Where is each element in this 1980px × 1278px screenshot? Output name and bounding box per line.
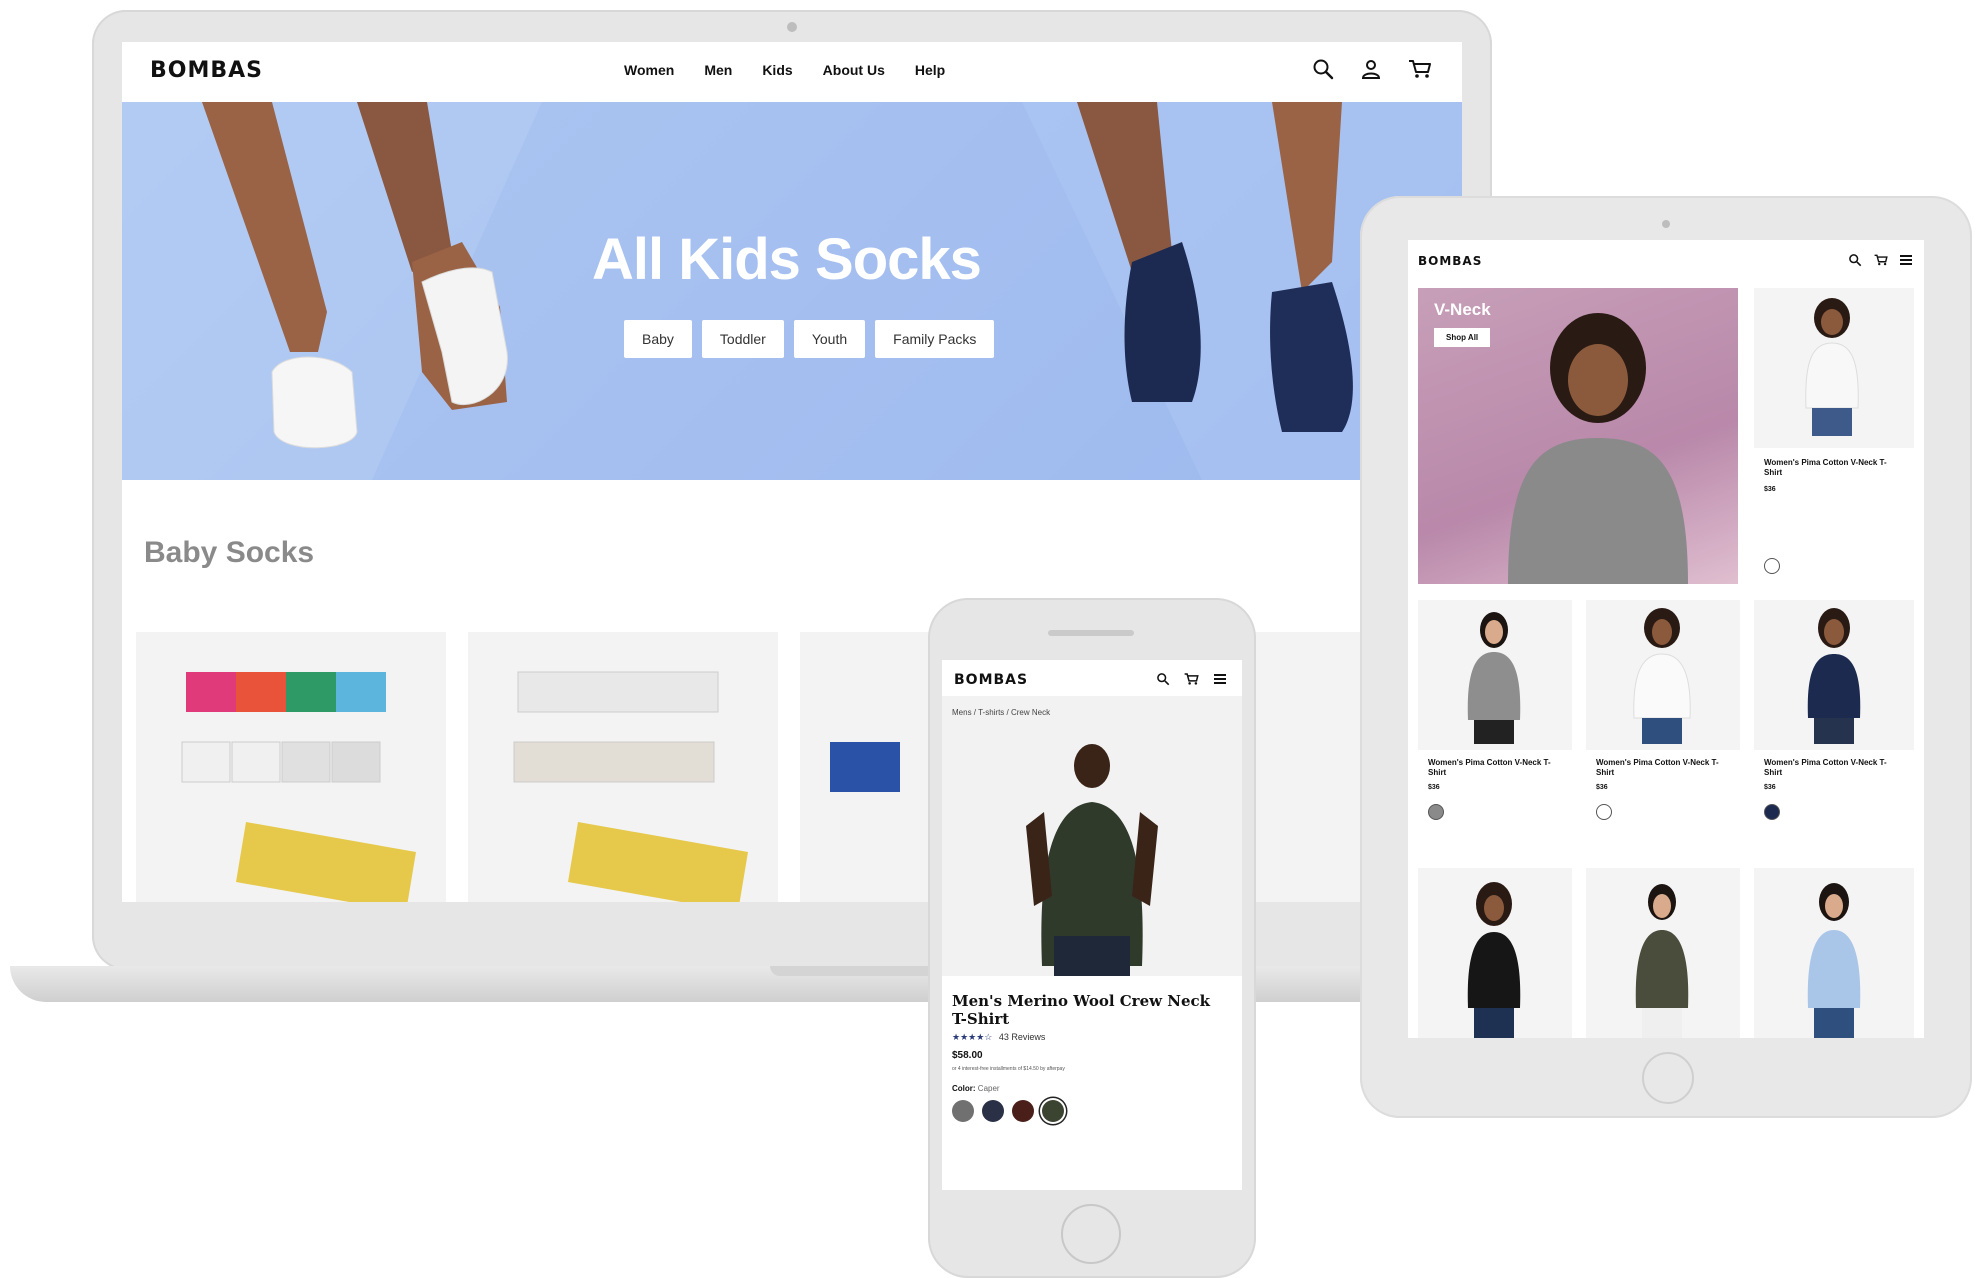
product-info: Women's Pima Cotton V-Neck T-Shirt $36 bbox=[1418, 750, 1572, 840]
phone-speaker bbox=[1048, 630, 1134, 636]
product-image-area[interactable]: Mens / T-shirts / Crew Neck bbox=[942, 696, 1242, 976]
phone-home-button[interactable] bbox=[1061, 1204, 1121, 1264]
family-packs-button[interactable]: Family Packs bbox=[875, 320, 995, 358]
nav-help[interactable]: Help bbox=[915, 62, 945, 78]
product-card[interactable] bbox=[136, 632, 446, 902]
header-icons bbox=[1312, 58, 1432, 80]
tablet-logo[interactable]: BOMBAS bbox=[1418, 254, 1482, 268]
hero-category-buttons: Baby Toddler Youth Family Packs bbox=[624, 320, 995, 358]
youth-button[interactable]: Youth bbox=[793, 320, 866, 358]
laptop-screen: BOMBAS Women Men Kids About Us Help All … bbox=[122, 42, 1462, 902]
product-name[interactable]: Women's Pima Cotton V-Neck T-Shirt bbox=[1596, 758, 1726, 778]
cart-icon[interactable] bbox=[1874, 253, 1888, 267]
laptop-base-notch bbox=[770, 966, 940, 976]
installment-text: or 4 interest-free installments of $14.5… bbox=[952, 1066, 1065, 1072]
product-price: $36 bbox=[1764, 784, 1776, 791]
nav-kids[interactable]: Kids bbox=[762, 62, 792, 78]
search-icon[interactable] bbox=[1156, 672, 1170, 686]
phone-logo[interactable]: BOMBAS bbox=[954, 672, 1028, 688]
color-swatch[interactable] bbox=[1428, 804, 1444, 820]
product-name[interactable]: Women's Pima Cotton V-Neck T-Shirt bbox=[1764, 458, 1894, 478]
product-price: $36 bbox=[1764, 486, 1776, 493]
category-banner[interactable]: V-Neck Shop All bbox=[1418, 288, 1738, 584]
product-name[interactable]: Women's Pima Cotton V-Neck T-Shirt bbox=[1428, 758, 1558, 778]
product-image bbox=[1633, 608, 1691, 744]
toddler-button[interactable]: Toddler bbox=[701, 320, 784, 358]
rating-row[interactable]: ★★★★☆ 43 Reviews bbox=[952, 1032, 1045, 1043]
product-name[interactable]: Women's Pima Cotton V-Neck T-Shirt bbox=[1764, 758, 1900, 778]
color-option-navy[interactable] bbox=[982, 1100, 1004, 1122]
nav-women[interactable]: Women bbox=[624, 62, 674, 78]
laptop-camera bbox=[787, 22, 797, 32]
product-image bbox=[1635, 884, 1689, 1038]
logo[interactable]: BOMBAS bbox=[150, 58, 263, 83]
product-card[interactable]: Women's Pima Cotton V-Neck T-Shirt $36 bbox=[1754, 600, 1914, 840]
color-option-caper-selected[interactable] bbox=[1042, 1100, 1064, 1122]
product-price: $58.00 bbox=[952, 1050, 983, 1061]
color-value: Caper bbox=[977, 1084, 1000, 1093]
banner-title: V-Neck bbox=[1434, 300, 1491, 319]
product-info: Women's Pima Cotton V-Neck T-Shirt $36 bbox=[1754, 750, 1914, 840]
hero-banner: All Kids Socks Baby Toddler Youth Family… bbox=[122, 102, 1462, 480]
color-option-grey[interactable] bbox=[952, 1100, 974, 1122]
menu-icon[interactable] bbox=[1900, 253, 1912, 267]
product-image bbox=[1807, 608, 1861, 744]
color-swatch[interactable] bbox=[1764, 804, 1780, 820]
color-swatch[interactable] bbox=[1764, 558, 1780, 574]
product-image bbox=[1807, 883, 1861, 1038]
product-card[interactable] bbox=[1754, 868, 1914, 1038]
tablet-screen: BOMBAS V-Neck Shop All Women's Pima Cott… bbox=[1408, 240, 1924, 1038]
review-count[interactable]: 43 Reviews bbox=[999, 1032, 1046, 1042]
phone-screen: BOMBAS Mens / T-shirts / Crew Neck Men's… bbox=[942, 660, 1242, 1190]
product-image bbox=[1026, 744, 1158, 976]
product-image bbox=[1805, 298, 1859, 436]
product-card[interactable] bbox=[468, 632, 778, 902]
shop-all-button[interactable]: Shop All bbox=[1434, 328, 1491, 347]
nav-men[interactable]: Men bbox=[704, 62, 732, 78]
section-title: Baby Socks bbox=[144, 536, 315, 569]
product-image bbox=[1467, 882, 1521, 1038]
search-icon[interactable] bbox=[1312, 58, 1334, 80]
nav-about-us[interactable]: About Us bbox=[823, 62, 885, 78]
site-header: BOMBAS Women Men Kids About Us Help bbox=[122, 42, 1462, 102]
product-price: $36 bbox=[1428, 784, 1440, 791]
cart-icon[interactable] bbox=[1184, 672, 1199, 686]
product-info: Women's Pima Cotton V-Neck T-Shirt $36 bbox=[1754, 448, 1914, 584]
product-card[interactable]: Women's Pima Cotton V-Neck T-Shirt $36 bbox=[1418, 600, 1572, 840]
product-card[interactable] bbox=[1586, 868, 1740, 1038]
baby-button[interactable]: Baby bbox=[624, 320, 692, 358]
color-swatch[interactable] bbox=[1596, 804, 1612, 820]
tablet-camera bbox=[1662, 220, 1670, 228]
product-image bbox=[1467, 612, 1521, 744]
star-rating: ★★★★☆ bbox=[952, 1032, 993, 1042]
product-image bbox=[513, 671, 748, 902]
search-icon[interactable] bbox=[1848, 253, 1862, 267]
hero-title: All Kids Socks bbox=[592, 227, 982, 292]
product-title: Men's Merino Wool Crew Neck T-Shirt bbox=[952, 992, 1211, 1028]
account-icon[interactable] bbox=[1360, 58, 1382, 80]
color-option-brown[interactable] bbox=[1012, 1100, 1034, 1122]
product-price: $36 bbox=[1596, 784, 1608, 791]
tablet-home-button[interactable] bbox=[1642, 1052, 1694, 1104]
color-label: Color: bbox=[952, 1084, 976, 1093]
product-image bbox=[181, 672, 416, 902]
color-row: Color: Caper bbox=[952, 1084, 1000, 1093]
menu-icon[interactable] bbox=[1214, 672, 1226, 686]
product-card[interactable]: Women's Pima Cotton V-Neck T-Shirt $36 bbox=[1754, 288, 1914, 584]
cart-icon[interactable] bbox=[1408, 58, 1432, 80]
main-nav: Women Men Kids About Us Help bbox=[624, 62, 945, 78]
product-card[interactable]: Women's Pima Cotton V-Neck T-Shirt $36 bbox=[1586, 600, 1740, 840]
product-card[interactable] bbox=[1418, 868, 1572, 1038]
product-info: Women's Pima Cotton V-Neck T-Shirt $36 bbox=[1586, 750, 1740, 840]
